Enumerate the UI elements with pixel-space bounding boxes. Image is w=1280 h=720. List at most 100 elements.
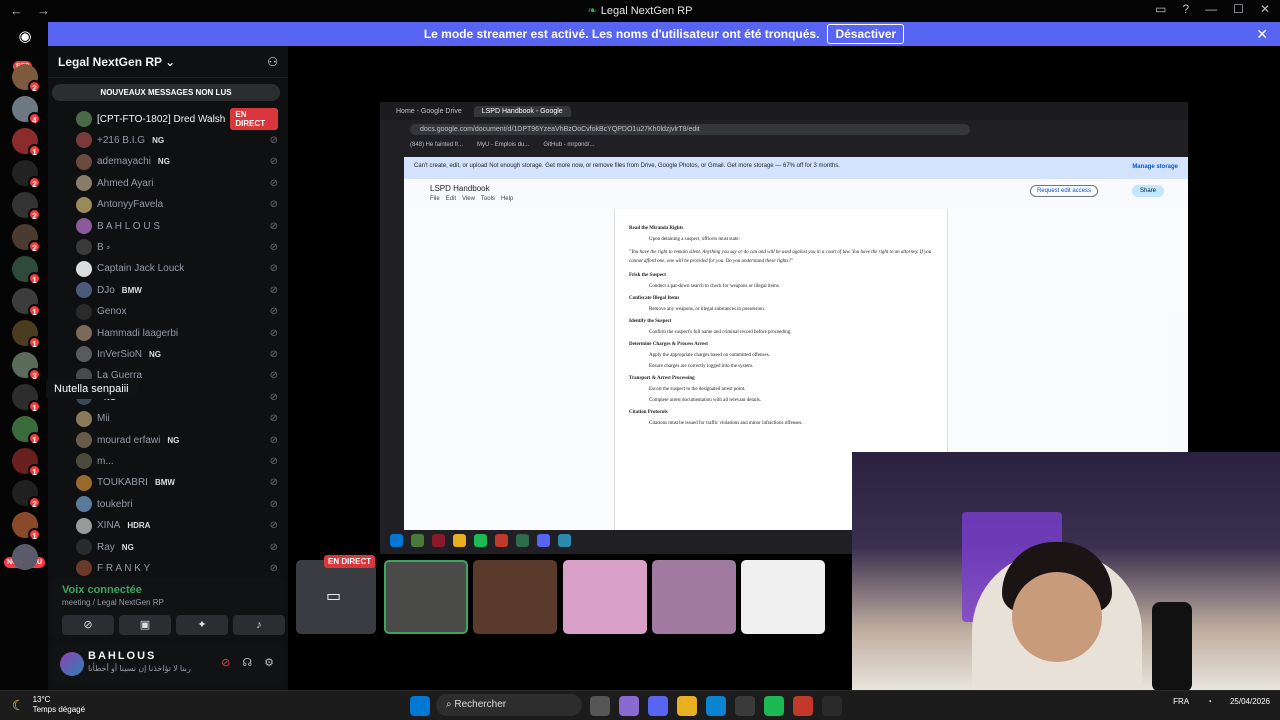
disable-streamer-button[interactable]: Désactiver (827, 24, 905, 44)
edge-icon[interactable] (706, 696, 726, 716)
server-icon[interactable]: 4 (12, 96, 41, 125)
help-icon[interactable]: ? (1182, 2, 1189, 16)
app-icon (558, 534, 571, 547)
server-icon[interactable]: 1 (12, 448, 41, 477)
avatar (76, 111, 92, 127)
doc-menu-item[interactable]: File (430, 196, 440, 202)
settings-gear-icon[interactable]: ⚙ (264, 656, 274, 669)
voice-member[interactable]: +216 B.I.G NG ⊘ (76, 130, 278, 150)
share-button[interactable]: Share (1131, 185, 1164, 197)
voice-member[interactable]: ademayachi NG ⊘ (76, 152, 278, 172)
deafened-icon: ⊘ (269, 327, 278, 339)
voice-member[interactable]: AntonyyFavela ⊘ (76, 195, 278, 215)
server-icon[interactable]: 2 (12, 160, 41, 189)
doc-menu-item[interactable]: Tools (481, 196, 495, 202)
activities-button[interactable]: ✦ (176, 615, 228, 635)
doc-menu-item[interactable]: Help (501, 196, 513, 202)
maximize-icon[interactable]: ☐ (1233, 2, 1244, 16)
server-icon[interactable]: 2 (12, 192, 41, 221)
voice-channel[interactable]: meeting / Legal NextGen RP (62, 598, 164, 607)
avatar[interactable] (60, 652, 84, 676)
spotify-icon[interactable] (764, 696, 784, 716)
moon-icon: ☾ (12, 696, 25, 713)
wifi-icon[interactable]: ◔ (1207, 697, 1212, 706)
server-icon[interactable]: 1 (12, 384, 41, 413)
voice-member[interactable]: Captain Jack Louck ⊘ (76, 259, 278, 279)
voice-member[interactable]: F R A N K Y ⊘ (76, 558, 278, 578)
stream-tile[interactable] (384, 560, 468, 634)
voice-member[interactable]: m... ⊘ (76, 451, 278, 471)
voice-member[interactable]: mourad erfawi NG ⊘ (76, 430, 278, 450)
bookmark-item[interactable]: GitHub - mrpond/... (543, 142, 594, 148)
doc-menu-item[interactable]: Edit (446, 196, 456, 202)
url-bar[interactable]: docs.google.com/document/d/1DPT96YzeaVhB… (410, 123, 970, 135)
close-icon[interactable]: ✕ (1256, 26, 1268, 43)
voice-member[interactable]: Mii ⊘ (76, 409, 278, 429)
stream-tile[interactable]: EN DIRECT ▭ (296, 555, 376, 634)
doc-bullet: Escort the suspect to the designated arr… (649, 387, 746, 392)
doc-menu-item[interactable]: View (462, 196, 475, 202)
server-icon[interactable]: 1 (12, 128, 41, 157)
voice-member[interactable]: Genox ⊘ (76, 302, 278, 322)
server-icon[interactable]: 1 (12, 320, 41, 349)
server-icon[interactable]: 1 (12, 256, 41, 285)
weather-widget[interactable]: ☾ 13°C Temps dégagé (12, 695, 85, 715)
request-edit-button[interactable]: Request edit access (1029, 185, 1098, 197)
voice-member[interactable]: InVerSioN NG ⊘ (76, 344, 278, 364)
doc-title[interactable]: LSPD Handbook (430, 184, 490, 193)
headphones-icon[interactable]: ☊ (242, 656, 252, 669)
task-view-icon[interactable] (590, 696, 610, 716)
stream-tile[interactable] (741, 560, 825, 634)
voice-member[interactable]: toukebri ⊘ (76, 494, 278, 514)
server-icon[interactable]: 1 (12, 416, 41, 445)
discord-icon[interactable] (648, 696, 668, 716)
inbox-icon[interactable]: ▭ (1155, 2, 1166, 16)
stream-tile[interactable] (473, 560, 557, 634)
unread-badge: 2 (28, 80, 41, 93)
window-controls: ▭ ? — ☐ ✕ (1155, 2, 1270, 16)
add-member-icon[interactable]: ⚇ (267, 55, 278, 69)
app-icon[interactable] (793, 696, 813, 716)
voice-member[interactable]: [CPT-FTO-1802] Dred Walsh EN DIRECT (76, 108, 278, 130)
stream-tile[interactable] (652, 560, 736, 634)
avatar (76, 303, 92, 320)
server-icon[interactable]: 1 (12, 512, 41, 541)
bookmark-item[interactable]: (848) He fainted fr... (410, 142, 463, 148)
server-icon[interactable]: 2 (12, 480, 41, 509)
windows-start-icon[interactable] (410, 696, 430, 716)
bookmark-item[interactable]: MyU - Emplois du... (477, 142, 529, 148)
soundboard-button[interactable]: ♪ (233, 615, 285, 635)
clock[interactable]: 25/04/2026 (1230, 696, 1270, 707)
minimize-icon[interactable]: — (1205, 2, 1217, 16)
server-icon[interactable]: 3 (12, 352, 41, 381)
camera-off-button[interactable]: ⊘ (62, 615, 114, 635)
voice-member[interactable]: DJo BMW ⊘ (76, 280, 278, 300)
tab-google-drive[interactable]: Home - Google Drive (388, 106, 470, 117)
voice-member[interactable]: B ⸗ ⊘ (76, 237, 278, 257)
voice-member[interactable]: Ahmed Ayari ⊘ (76, 173, 278, 193)
share-screen-button[interactable]: ▣ (119, 615, 171, 635)
mic-muted-icon[interactable]: ⊘ (221, 656, 230, 669)
discord-home-icon[interactable]: ◉ (12, 27, 38, 49)
manage-storage-link[interactable]: Manage storage (1132, 164, 1178, 170)
explorer-icon[interactable] (677, 696, 697, 716)
server-icon[interactable]: 2 (12, 64, 41, 93)
voice-member[interactable]: B A H L O U S ⊘ (76, 216, 278, 236)
obs-icon[interactable] (822, 696, 842, 716)
app-icon[interactable] (735, 696, 755, 716)
server-icon[interactable]: 1 (12, 288, 41, 317)
voice-member[interactable]: TOUKABRI BMW ⊘ (76, 473, 278, 493)
voice-member[interactable]: XINA HDRA ⊘ (76, 516, 278, 536)
voice-member[interactable]: Ray NG ⊘ (76, 537, 278, 557)
search-box[interactable]: ⌕ Rechercher (436, 694, 582, 716)
voice-member[interactable]: Hammadi laagerbi ⊘ (76, 323, 278, 343)
server-header[interactable]: Legal NextGen RP ⌄ ⚇ (48, 46, 288, 78)
language-indicator[interactable]: FRA (1173, 697, 1189, 706)
tab-lspd-handbook[interactable]: LSPD Handbook - Google (473, 105, 571, 117)
stream-tile[interactable] (563, 560, 647, 634)
server-icon[interactable]: 2 (12, 224, 41, 253)
new-messages-bar[interactable]: NOUVEAUX MESSAGES NON LUS (52, 84, 280, 101)
server-icon[interactable] (12, 544, 38, 570)
copilot-icon[interactable] (619, 696, 639, 716)
close-window-icon[interactable]: ✕ (1260, 2, 1270, 16)
